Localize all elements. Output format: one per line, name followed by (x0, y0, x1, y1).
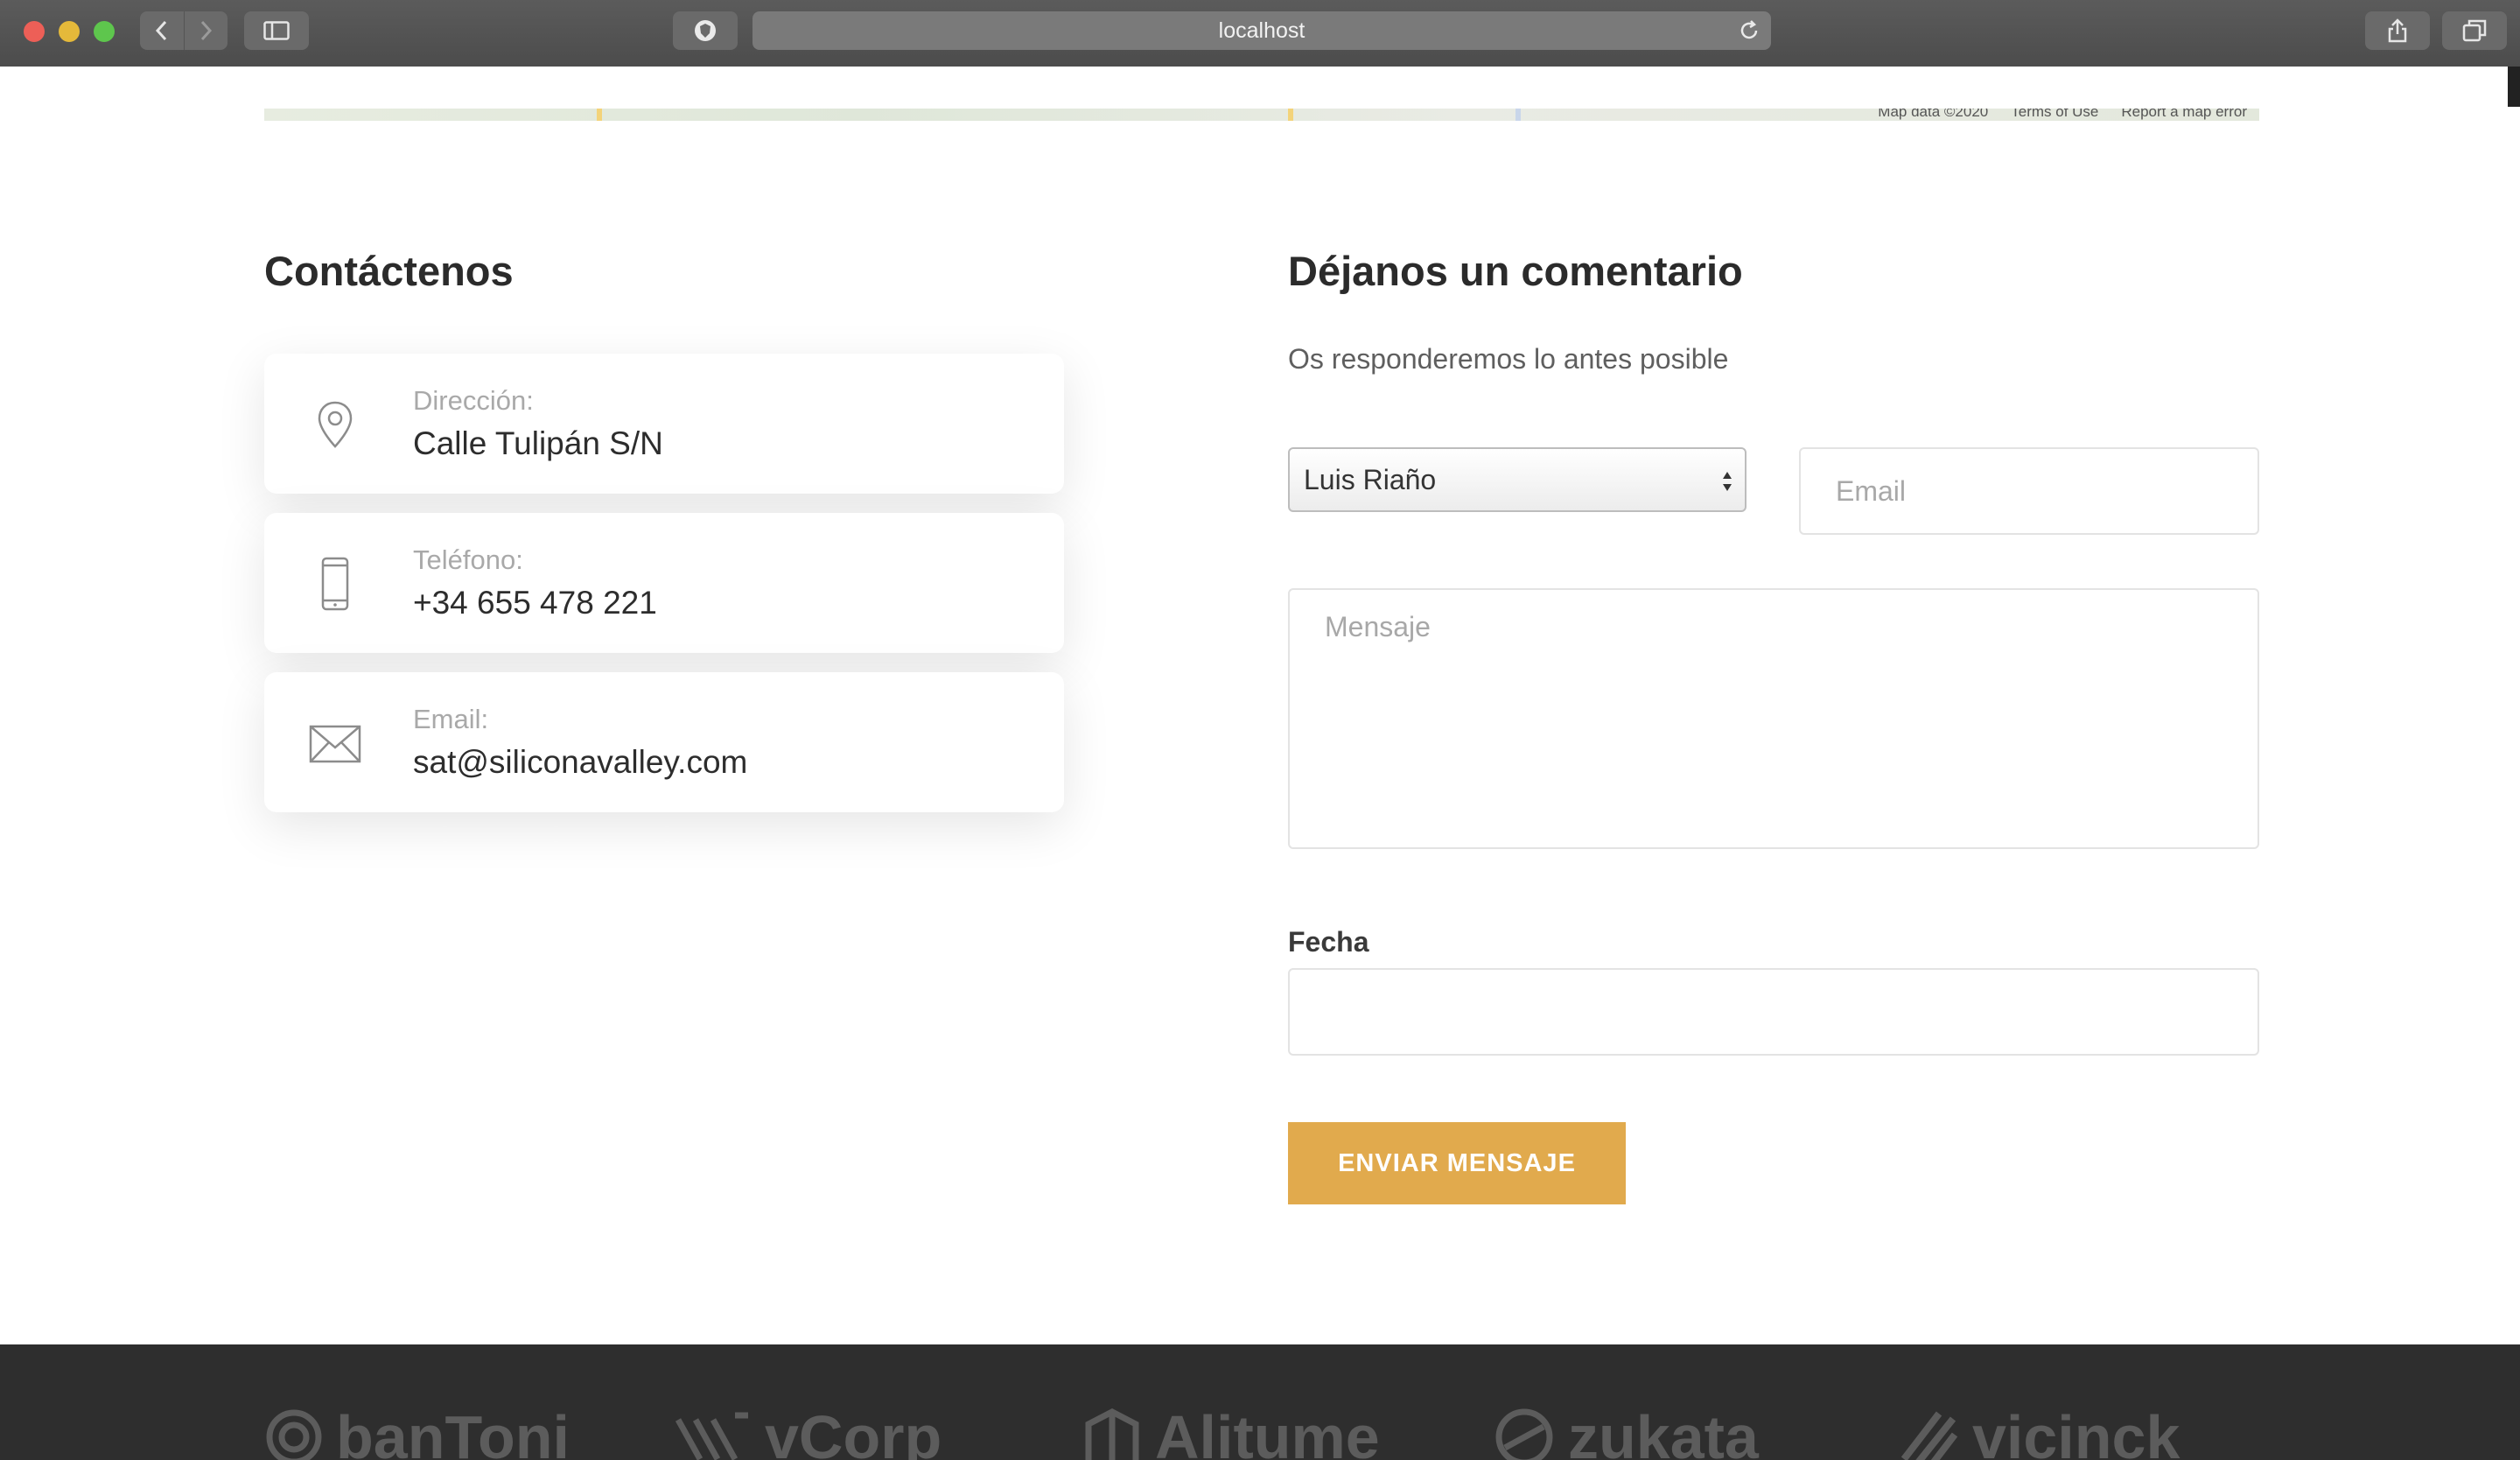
partner-logo-name: Alitume (1155, 1403, 1380, 1460)
map-road (1288, 109, 1293, 121)
map-report-link[interactable]: Report a map error (2121, 109, 2247, 121)
map-credits: Map data ©2020 Terms of Use Report a map… (1878, 109, 2247, 121)
url-text: localhost (1218, 18, 1306, 43)
date-input[interactable] (1288, 968, 2259, 1056)
address-card: Dirección: Calle Tulipán S/N (264, 354, 1064, 494)
reload-icon[interactable] (1738, 19, 1760, 42)
select-arrows-icon (1723, 472, 1732, 491)
minimize-window-button[interactable] (59, 21, 80, 42)
scrollbar[interactable] (2508, 67, 2520, 107)
show-tabs-button[interactable] (2442, 11, 2507, 50)
phone-value: +34 655 478 221 (413, 585, 657, 621)
chevron-left-icon (155, 20, 166, 41)
email-value: sat@siliconavalley.com (413, 744, 748, 780)
comment-form-title: Déjanos un comentario (1288, 248, 1743, 294)
close-window-button[interactable] (24, 21, 45, 42)
map-embed[interactable]: Map data ©2020 Terms of Use Report a map… (264, 109, 2259, 121)
privacy-report-button[interactable] (673, 11, 738, 50)
alitume-logo-icon (1085, 1408, 1139, 1460)
email-placeholder: Email (1836, 474, 1907, 507)
map-terms-link[interactable]: Terms of Use (2011, 109, 2098, 121)
partner-logo[interactable]: vicinck (1899, 1402, 2180, 1460)
email-input[interactable]: Email (1799, 447, 2259, 535)
browser-toolbar: localhost (0, 0, 2520, 67)
contact-title: Contáctenos (264, 248, 514, 294)
partner-logo-name: vCorp (765, 1403, 942, 1460)
partner-logo[interactable]: zukata (1493, 1402, 1759, 1460)
send-message-button[interactable]: ENVIAR MENSAJE (1288, 1122, 1626, 1204)
partner-logo[interactable]: banToni (264, 1402, 570, 1460)
zukata-logo-icon (1495, 1408, 1553, 1460)
history-nav (140, 11, 228, 50)
phone-card: Teléfono: +34 655 478 221 (264, 513, 1064, 653)
web-page: Map data ©2020 Terms of Use Report a map… (0, 67, 2520, 1460)
tabs-overview-icon (2462, 19, 2487, 42)
name-select-value: Luis Riaño (1304, 463, 1437, 495)
sidebar-toggle-button[interactable] (244, 11, 309, 50)
email-card: Email: sat@siliconavalley.com (264, 672, 1064, 812)
zoom-window-button[interactable] (94, 21, 115, 42)
back-button[interactable] (140, 11, 184, 50)
share-icon (2388, 18, 2407, 43)
map-pin-icon (318, 401, 353, 448)
address-label: Dirección: (413, 385, 534, 416)
phone-label: Teléfono: (413, 544, 523, 575)
address-value: Calle Tulipán S/N (413, 425, 663, 461)
partner-logo-name: banToni (336, 1403, 570, 1460)
comment-form-subtitle: Os responderemos lo antes posible (1288, 343, 1729, 375)
name-select[interactable]: Luis Riaño (1288, 447, 1746, 512)
vcorp-logo-icon (675, 1412, 748, 1460)
shield-icon (695, 20, 716, 41)
map-road (1516, 109, 1521, 121)
chevron-right-icon (201, 20, 213, 41)
partner-logo[interactable]: Alitume (1082, 1402, 1380, 1460)
email-label: Email: (413, 704, 489, 734)
sidebar-icon (263, 21, 290, 40)
address-bar[interactable]: localhost (752, 11, 1771, 50)
envelope-icon (309, 725, 361, 763)
partner-logos-footer: banToni vCorp Alitume zukata vicinck (0, 1344, 2520, 1460)
partner-logo[interactable]: vCorp (674, 1402, 942, 1460)
vicinck-logo-icon (1900, 1411, 1958, 1460)
phone-icon (321, 557, 349, 611)
forward-button[interactable] (183, 11, 228, 50)
message-placeholder: Mensaje (1325, 611, 1431, 642)
partner-logo-name: zukata (1568, 1403, 1759, 1460)
bantoni-logo-icon (266, 1409, 322, 1460)
map-road (597, 109, 602, 121)
date-label: Fecha (1288, 926, 1369, 958)
partner-logo-name: vicinck (1972, 1403, 2180, 1460)
share-button[interactable] (2365, 11, 2430, 50)
map-data-credit: Map data ©2020 (1878, 109, 1989, 120)
message-textarea[interactable]: Mensaje (1288, 588, 2259, 849)
